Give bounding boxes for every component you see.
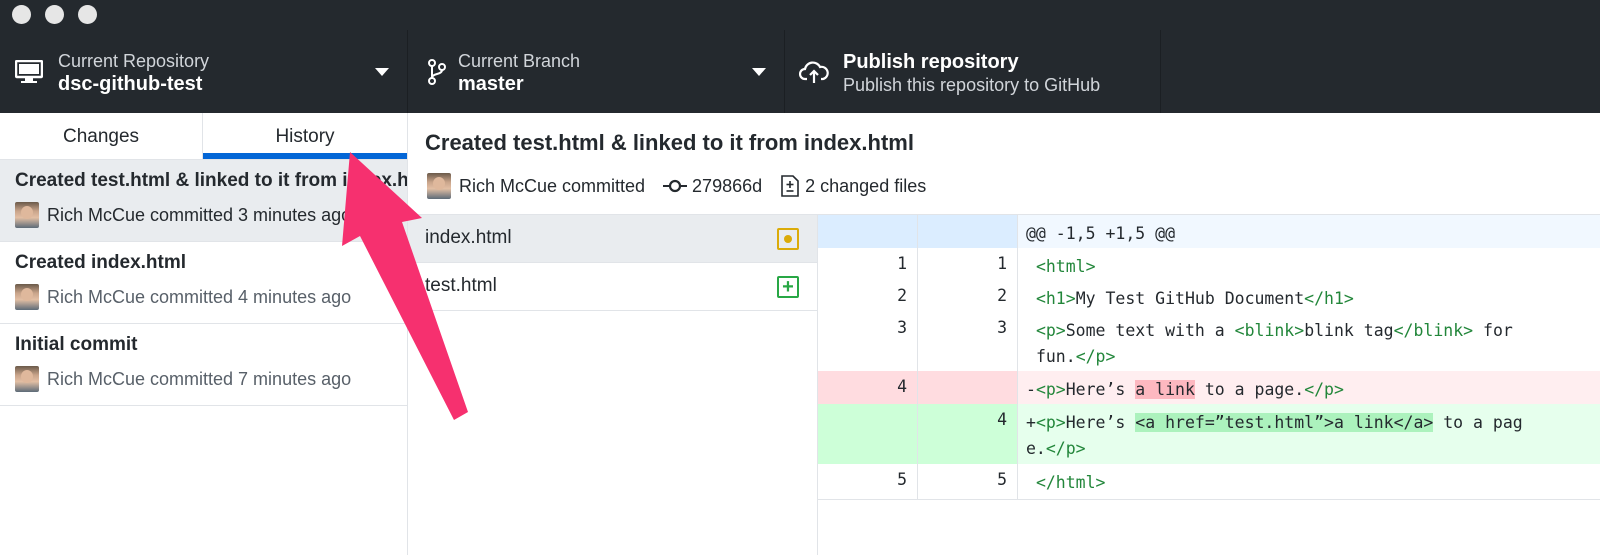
commit-list-item[interactable]: Created test.html & linked to it from in…: [0, 160, 407, 242]
commit-summary-header: Created test.html & linked to it from in…: [408, 113, 1600, 215]
diff-viewer: @@ -1,5 +1,5 @@ 1 1 <html> 2 2 <h1>My Te…: [818, 215, 1600, 555]
git-commit-icon: [663, 179, 688, 193]
avatar: [15, 202, 39, 228]
new-line-number: 4: [918, 404, 1018, 464]
new-line-number: 2: [918, 280, 1018, 312]
current-branch-name: master: [458, 73, 524, 95]
file-diff-icon: [781, 175, 799, 197]
publish-repository-button[interactable]: Publish repository Publish this reposito…: [785, 30, 1161, 113]
diff-divider: [818, 499, 1600, 500]
zoom-window-button[interactable]: [78, 5, 97, 24]
chevron-down-icon: [752, 68, 766, 76]
diff-line-added: 4 +<p>Here’s <a href=”test.html”>a link<…: [818, 404, 1600, 464]
sidebar: Changes History Created test.html & link…: [0, 113, 408, 555]
toolbar: Current Repository dsc-github-test Curre…: [0, 30, 1600, 113]
file-modified-icon: [777, 228, 799, 250]
current-repository-dropdown[interactable]: Current Repository dsc-github-test: [0, 30, 408, 113]
old-line-number: 2: [818, 280, 918, 312]
title-bar: [0, 0, 1600, 30]
new-line-number: 3: [918, 312, 1018, 371]
new-line-number: 5: [918, 464, 1018, 499]
cloud-upload-icon: [799, 58, 829, 86]
changed-files-count: 2 changed files: [805, 175, 927, 196]
new-line-number: [918, 371, 1018, 404]
commit-sha: 279866d: [692, 175, 763, 196]
diff-hunk-header: @@ -1,5 +1,5 @@: [818, 215, 1600, 248]
commit-byline: Rich McCue committed 3 minutes ago: [47, 204, 352, 225]
publish-repository-subtitle: Publish this repository to GitHub: [843, 75, 1101, 95]
old-line-number: 5: [818, 464, 918, 499]
new-line-number: 1: [918, 248, 1018, 280]
diff-code: <h1>My Test GitHub Document</h1>: [1035, 289, 1354, 308]
current-branch-dropdown[interactable]: Current Branch master: [408, 30, 785, 113]
publish-repository-title: Publish repository: [843, 51, 1019, 73]
diff-code: +<p>Here’s <a href=”test.html”>a link</a…: [1026, 413, 1523, 458]
minimize-window-button[interactable]: [45, 5, 64, 24]
commit-list-item[interactable]: Initial commit Rich McCue committed 7 mi…: [0, 324, 407, 406]
file-list-item[interactable]: index.html: [408, 215, 817, 263]
current-repository-name: dsc-github-test: [58, 73, 203, 95]
close-window-button[interactable]: [12, 5, 31, 24]
commit-author: Rich McCue committed: [459, 175, 646, 196]
old-line-number: 1: [818, 248, 918, 280]
current-repository-label: Current Repository: [58, 51, 210, 71]
commit-byline: Rich McCue committed 4 minutes ago: [47, 286, 352, 307]
avatar: [15, 284, 39, 310]
diff-code: </html>: [1035, 473, 1106, 492]
diff-line: 2 2 <h1>My Test GitHub Document</h1>: [818, 280, 1600, 312]
tab-changes[interactable]: Changes: [0, 113, 203, 160]
commit-title: Initial commit: [15, 334, 138, 355]
sidebar-tabs: Changes History: [0, 113, 407, 160]
diff-code: -<p>Here’s a link to a page.</p>: [1026, 380, 1344, 399]
git-branch-icon: [422, 58, 452, 86]
diff-code: <p>Some text with a <blink>blink tag</bl…: [1035, 321, 1513, 366]
diff-code: <html>: [1035, 257, 1096, 276]
diff-line: 5 5 </html>: [818, 464, 1600, 499]
active-tab-indicator: [203, 153, 407, 159]
file-name: test.html: [425, 275, 497, 296]
changed-files-list: index.html test.html +: [408, 215, 818, 555]
commit-title: Created index.html: [15, 252, 187, 273]
old-line-number: [818, 404, 918, 464]
avatar: [15, 366, 39, 392]
file-name: index.html: [425, 227, 512, 248]
current-branch-label: Current Branch: [458, 51, 581, 71]
old-line-number: 3: [818, 312, 918, 371]
commit-title: Created test.html & linked to it from in…: [15, 170, 407, 191]
diff-line: 1 1 <html>: [818, 248, 1600, 280]
commit-byline: Rich McCue committed 7 minutes ago: [47, 368, 352, 389]
diff-line: 3 3 <p>Some text with a <blink>blink tag…: [818, 312, 1600, 371]
commit-list-item[interactable]: Created index.html Rich McCue committed …: [0, 242, 407, 324]
file-added-icon: +: [777, 276, 799, 298]
commit-summary-title: Created test.html & linked to it from in…: [425, 130, 914, 155]
file-list-item[interactable]: test.html +: [408, 263, 817, 311]
avatar: [427, 173, 451, 199]
diff-line-deleted: 4 -<p>Here’s a link to a page.</p>: [818, 371, 1600, 404]
hunk-header-text: @@ -1,5 +1,5 @@: [1026, 224, 1176, 243]
computer-icon: [14, 58, 44, 86]
chevron-down-icon: [375, 68, 389, 76]
old-line-number: 4: [818, 371, 918, 404]
